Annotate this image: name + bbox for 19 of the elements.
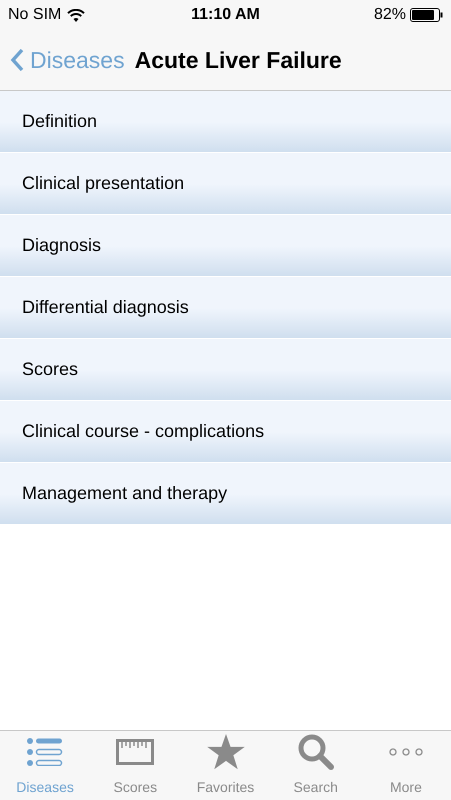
section-row[interactable]: Clinical presentation	[0, 153, 451, 215]
section-row[interactable]: Management and therapy	[0, 463, 451, 525]
battery-text: 82%	[374, 5, 406, 25]
search-icon	[296, 733, 335, 771]
section-row[interactable]: Scores	[0, 339, 451, 401]
star-icon	[206, 734, 244, 770]
wifi-icon	[67, 8, 86, 22]
section-row[interactable]: Diagnosis	[0, 215, 451, 277]
section-row[interactable]: Differential diagnosis	[0, 277, 451, 339]
list-icon	[27, 738, 64, 766]
section-row[interactable]: Clinical course - complications	[0, 401, 451, 463]
section-row[interactable]: Definition	[0, 91, 451, 153]
ruler-icon	[116, 739, 154, 765]
page-title: Acute Liver Failure	[134, 46, 342, 75]
clock-text: 11:10 AM	[191, 5, 260, 25]
battery-icon	[410, 8, 443, 22]
more-icon	[388, 748, 423, 756]
carrier-text: No SIM	[8, 5, 62, 25]
chevron-left-icon	[10, 48, 24, 72]
